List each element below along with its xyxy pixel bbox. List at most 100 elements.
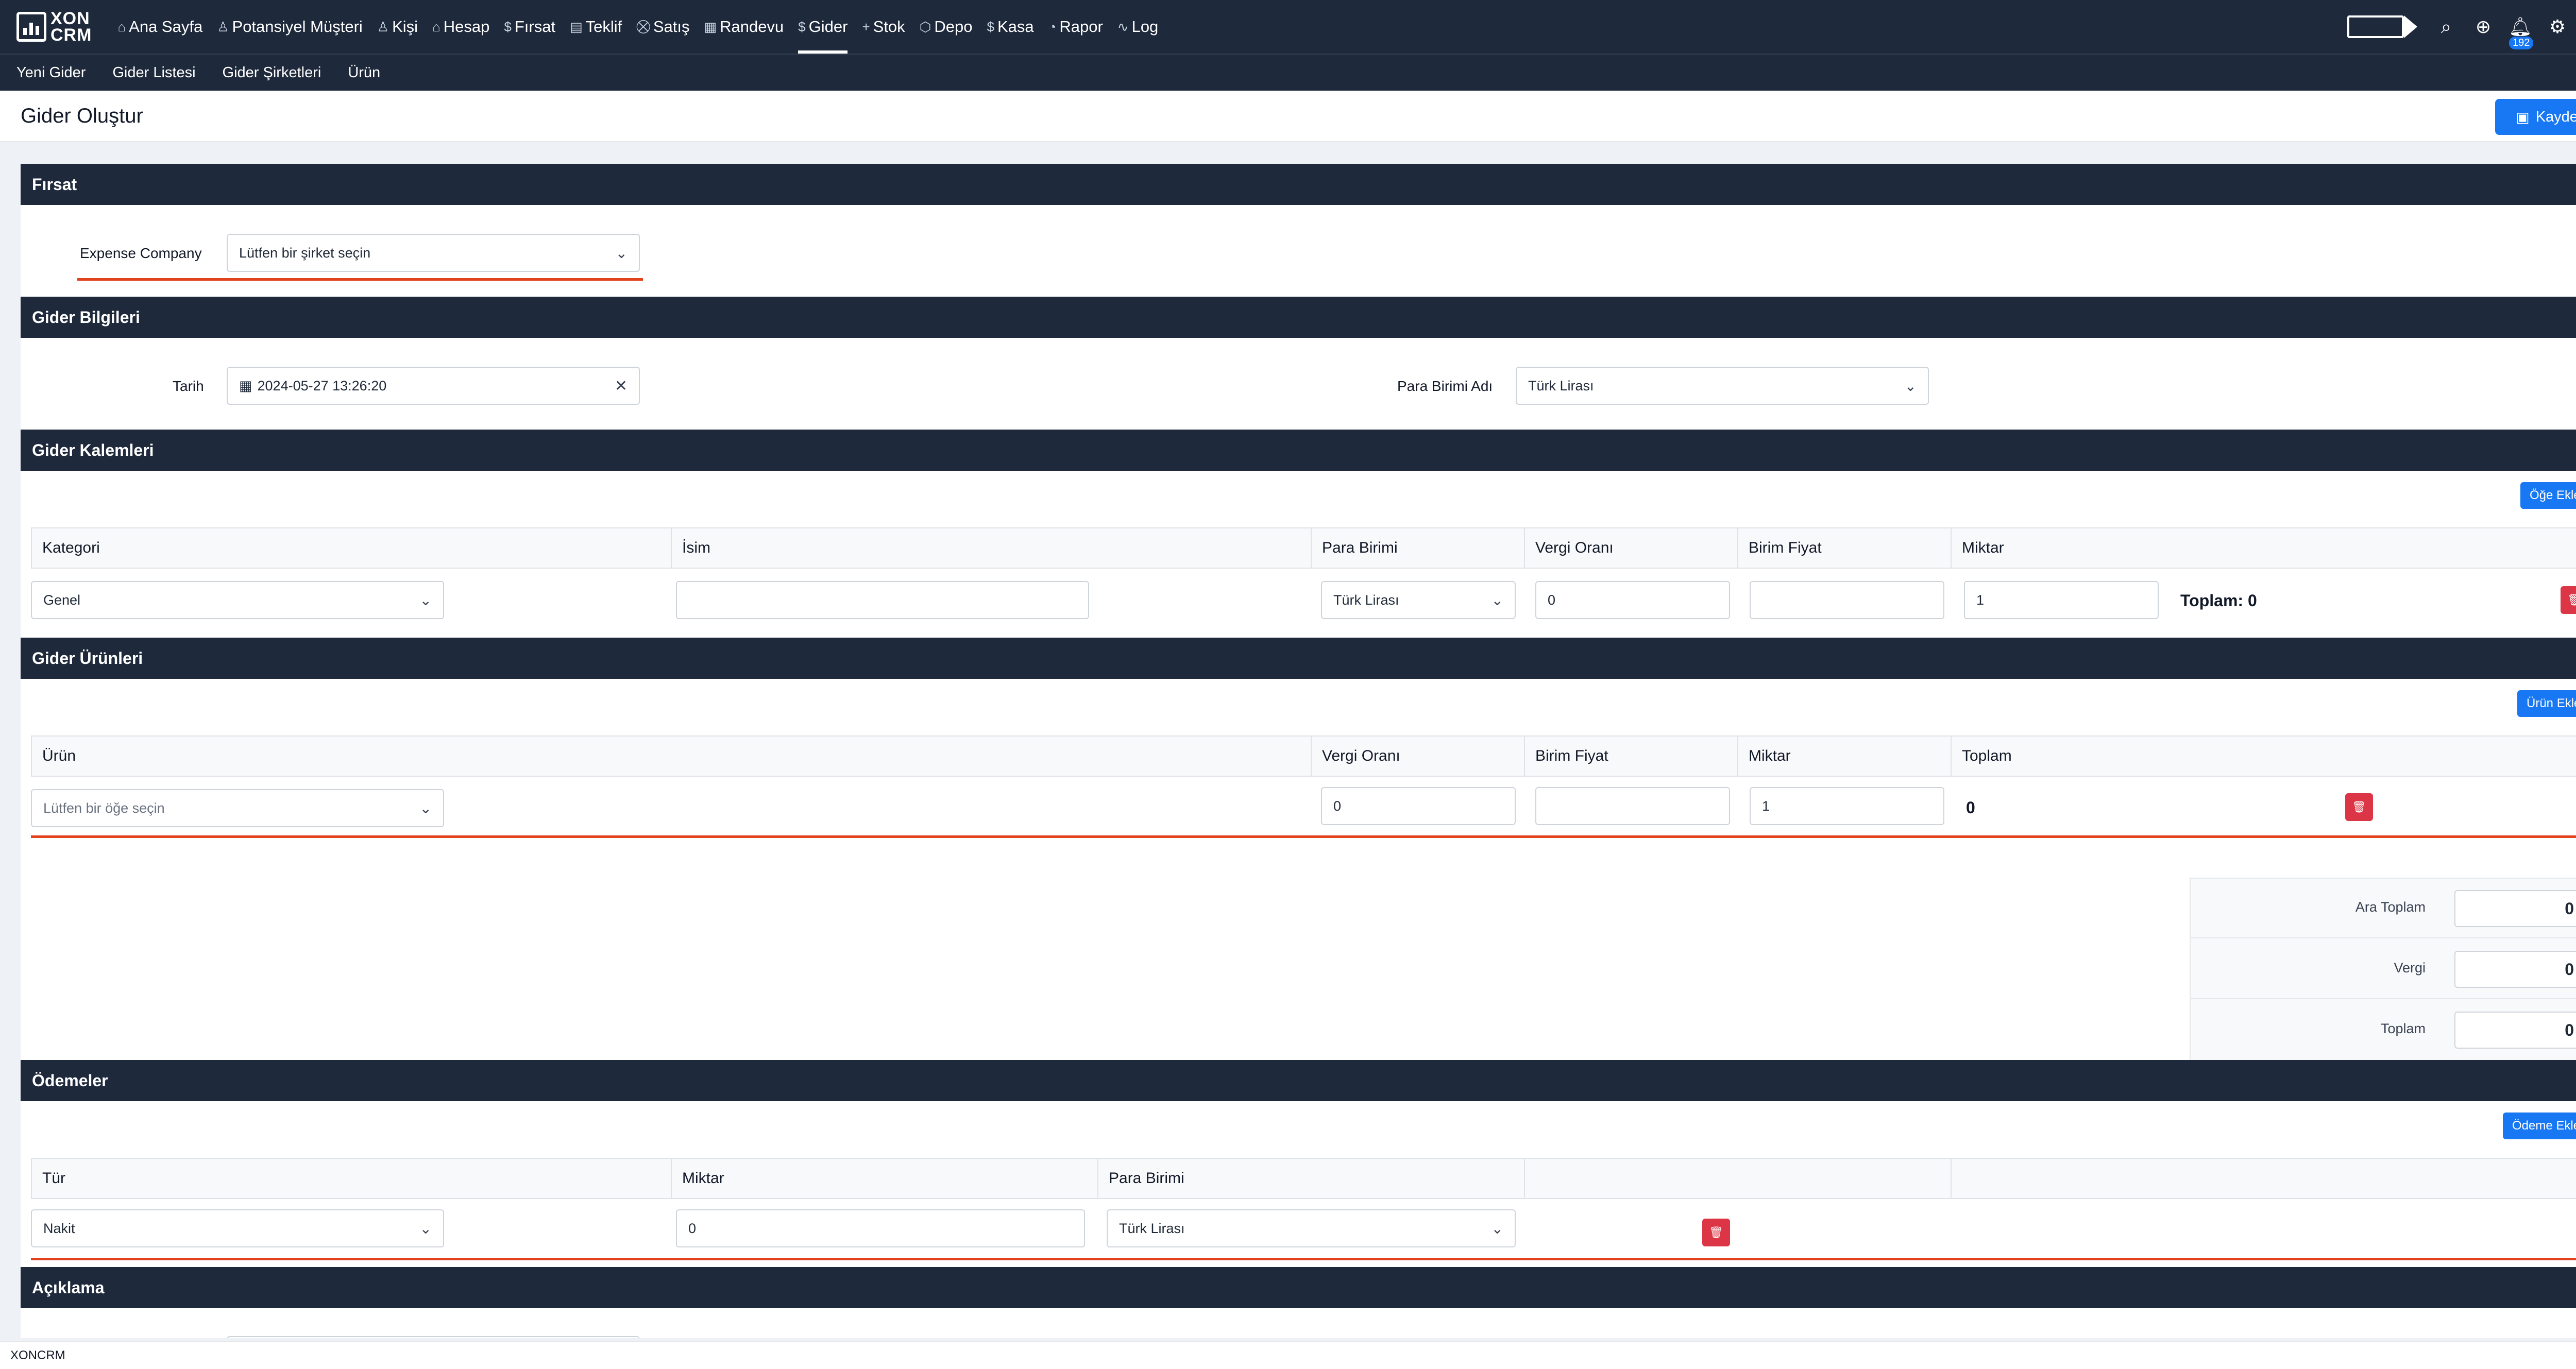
nav-item-label: Hesap	[443, 18, 490, 36]
add-circle-icon[interactable]: ⊕	[2465, 8, 2502, 45]
subnav-gider-listesi[interactable]: Gider Listesi	[112, 64, 195, 81]
nav-item-stok[interactable]: + Stok	[855, 0, 912, 54]
nav-item-fırsat[interactable]: $ Fırsat	[497, 0, 563, 54]
th-birim-fiyat: Birim Fiyat	[1525, 737, 1738, 776]
nav-item-potansiyel-müşteri[interactable]: ♙ Potansiyel Müşteri	[210, 0, 370, 54]
add-payment-button[interactable]: Ödeme Ekle	[2503, 1113, 2576, 1139]
th-urun: Ürün	[32, 737, 1312, 776]
item-name-input[interactable]	[676, 581, 1089, 619]
chevron-down-icon: ⌄	[1491, 592, 1503, 608]
nav-icon: ♙	[217, 19, 229, 35]
gear-icon[interactable]: ⚙	[2539, 8, 2576, 45]
th-para-birimi: Para Birimi	[1098, 1159, 1525, 1198]
item-unit-price-input[interactable]	[1750, 581, 1944, 619]
nav-item-randevu[interactable]: ▦ Randevu	[697, 0, 791, 54]
product-unit-price-input[interactable]	[1535, 787, 1730, 825]
nav-item-depo[interactable]: ⬡ Depo	[912, 0, 980, 54]
logo[interactable]: XON CRM	[16, 10, 92, 44]
total-value: 0	[2454, 1012, 2576, 1049]
nav-item-kasa[interactable]: $ Kasa	[979, 0, 1041, 54]
item-category-select[interactable]: Genel ⌄	[31, 581, 444, 619]
nav-icon: ◔	[1048, 19, 1057, 35]
currency-select[interactable]: Türk Lirası ⌄	[1516, 367, 1929, 405]
nav-item-teklif[interactable]: ▤ Teklif	[563, 0, 629, 54]
nav-item-log[interactable]: ∿ Log	[1110, 0, 1166, 54]
clear-icon[interactable]: ✕	[615, 377, 628, 395]
description-input[interactable]	[227, 1336, 640, 1338]
chevron-down-icon: ⌄	[1904, 378, 1917, 394]
nav-item-gider[interactable]: $ Gider	[791, 0, 855, 54]
save-button[interactable]: ▣ Kaydet	[2495, 99, 2576, 135]
trash-icon: 🗑︎	[2567, 593, 2576, 606]
nav-icon: +	[862, 19, 870, 35]
nav-icon: ▤	[570, 19, 583, 35]
subtotal-label: Ara Toplam	[2355, 899, 2426, 915]
th-vergi-orani: Vergi Oranı	[1525, 528, 1738, 568]
search-icon[interactable]: ⌕	[2428, 8, 2465, 45]
nav-icon: ⛒	[636, 19, 650, 34]
nav-icon: ⌂	[432, 19, 440, 35]
th-birim-fiyat: Birim Fiyat	[1738, 528, 1952, 568]
floppy-disk-icon: ▣	[2516, 109, 2530, 125]
subtotal-value: 0	[2454, 890, 2576, 927]
validation-error-line	[77, 278, 643, 281]
nav-icon: ▦	[704, 19, 717, 35]
nav-item-rapor[interactable]: ◔ Rapor	[1041, 0, 1110, 54]
chevron-down-icon: ⌄	[419, 592, 432, 608]
date-field[interactable]: ▦ 2024-05-27 13:26:20 ✕	[227, 367, 640, 405]
th-toplam: Toplam	[1962, 747, 2012, 764]
item-quantity-input[interactable]: 1	[1964, 581, 2159, 619]
product-select[interactable]: Lütfen bir öğe seçin ⌄	[31, 789, 444, 827]
add-product-button[interactable]: Ürün Ekle	[2517, 690, 2576, 717]
nav-item-ana-sayfa[interactable]: ⌂ Ana Sayfa	[110, 0, 210, 54]
nav-icon: ⌂	[117, 19, 126, 35]
nav-item-satış[interactable]: ⛒ Satış	[629, 0, 697, 54]
th-kategori: Kategori	[32, 528, 672, 568]
subnav-yeni-gider[interactable]: Yeni Gider	[16, 64, 86, 81]
nav-item-hesap[interactable]: ⌂ Hesap	[425, 0, 497, 54]
total-row: Toplam 0	[2191, 1000, 2576, 1060]
chevron-down-icon: ⌄	[1491, 1220, 1503, 1237]
delete-payment-button[interactable]: 🗑︎	[1702, 1219, 1730, 1246]
section-firsat-header: Fırsat	[21, 164, 2576, 205]
th-empty	[1952, 1159, 2576, 1198]
delete-item-button[interactable]: 🗑︎	[2561, 586, 2576, 614]
payment-type-select[interactable]: Nakit ⌄	[31, 1209, 444, 1247]
chevron-down-icon: ⌄	[419, 800, 432, 816]
payment-currency-select[interactable]: Türk Lirası ⌄	[1107, 1209, 1516, 1247]
section-gider-bilgileri-header: Gider Bilgileri	[21, 297, 2576, 338]
bell-icon[interactable]: 🔔︎ 192	[2502, 8, 2539, 49]
products-table-header: Ürün Vergi Oranı Birim Fiyat Miktar Topl…	[31, 735, 2576, 777]
nav-item-label: Rapor	[1059, 18, 1103, 36]
top-navigation: XON CRM ⌂ Ana Sayfa ♙ Potansiyel Müşteri ♙ Kiş…	[0, 0, 2576, 54]
expense-company-select[interactable]: Lütfen bir şirket seçin ⌄	[227, 234, 640, 272]
page-header: Gider Oluştur ▣ Kaydet	[0, 91, 2576, 142]
nav-item-label: Log	[1131, 18, 1159, 36]
product-tax-input[interactable]: 0	[1321, 787, 1516, 825]
tax-row: Vergi 0	[2191, 939, 2576, 999]
th-tur: Tür	[32, 1159, 672, 1198]
nav-item-label: Stok	[873, 18, 905, 36]
item-tax-input[interactable]: 0	[1535, 581, 1730, 619]
product-quantity-input[interactable]: 1	[1750, 787, 1944, 825]
section-gider-urunleri-header: Gider Ürünleri	[21, 638, 2576, 679]
notification-badge: 192	[2509, 37, 2534, 49]
page-title: Gider Oluştur	[21, 104, 143, 127]
subtotal-row: Ara Toplam 0	[2191, 879, 2576, 938]
logo-chart-icon	[16, 12, 46, 42]
subnav-urun[interactable]: Ürün	[348, 64, 380, 81]
battery-icon	[2347, 15, 2417, 38]
date-label: Tarih	[173, 378, 204, 394]
calendar-icon: ▦	[239, 378, 252, 393]
add-item-button[interactable]: Öğe Ekle	[2520, 482, 2576, 509]
payment-amount-input[interactable]: 0	[676, 1209, 1085, 1247]
th-isim: İsim	[672, 528, 1312, 568]
form-content: Fırsat Expense Company Lütfen bir şirket…	[21, 164, 2576, 1338]
delete-product-button[interactable]: 🗑︎	[2345, 793, 2373, 821]
nav-item-label: Satış	[653, 18, 690, 36]
subnav-gider-sirketleri[interactable]: Gider Şirketleri	[223, 64, 321, 81]
nav-icon: ♙	[377, 19, 389, 35]
nav-item-label: Randevu	[720, 18, 784, 36]
nav-item-kişi[interactable]: ♙ Kişi	[370, 0, 425, 54]
item-currency-select[interactable]: Türk Lirası ⌄	[1321, 581, 1516, 619]
